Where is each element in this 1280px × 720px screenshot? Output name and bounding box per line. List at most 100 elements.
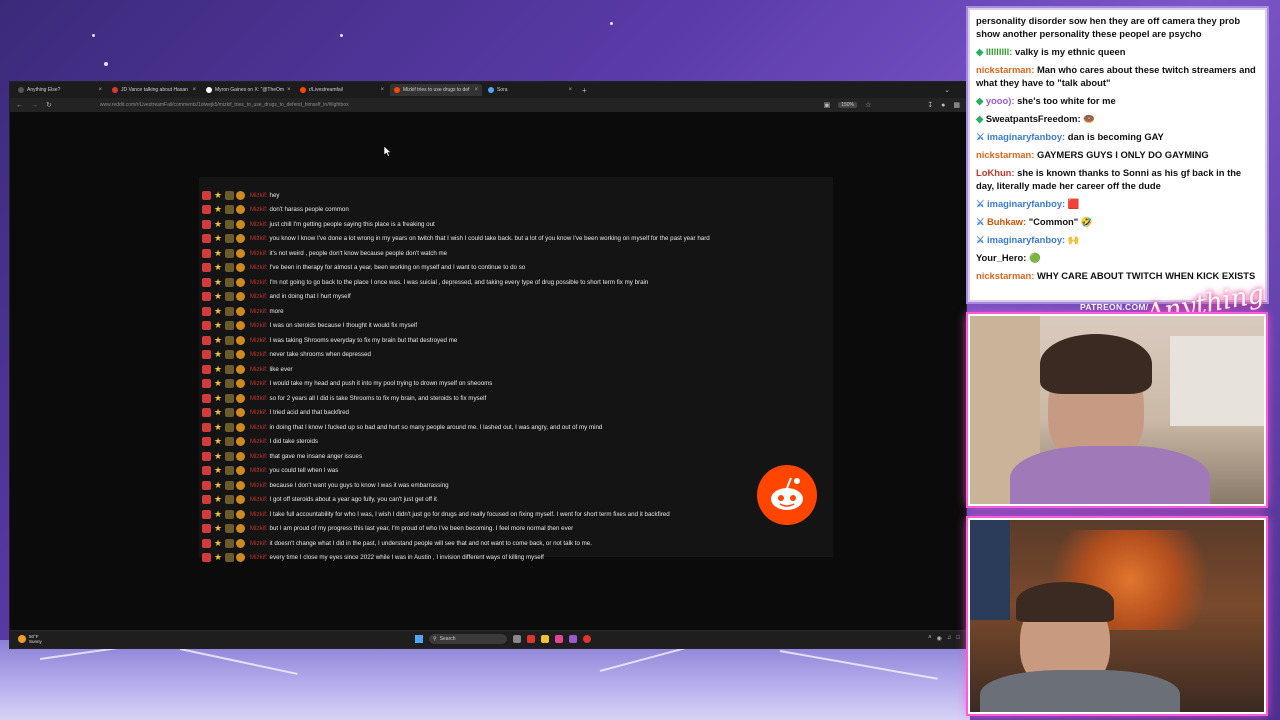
browser-tab[interactable]: Anything Else? × [14,84,106,96]
chat-screenshot-image[interactable]: ★ Mizkif: hey ★ Mizkif: don't harass people… [199,177,833,562]
chat-username[interactable]: imaginaryfanboy: [987,198,1065,209]
chat-message-text: I was on steroids because I thought it w… [269,322,418,329]
forward-icon[interactable]: → [31,102,38,109]
tab-title: Anything Else? [27,87,61,93]
reader-mode-icon[interactable]: ▣ [824,101,831,109]
sub-badge-icon [225,263,234,272]
address-bar[interactable]: www.reddit.com/r/LivestreamFail/comments… [100,102,816,108]
browser-tab[interactable]: Sora × [484,84,576,96]
badge-icon [202,335,211,345]
profile-icon[interactable]: ● [941,102,945,109]
patreon-label: PATREON.COM/ [1080,302,1149,312]
reddit-logo-icon [757,465,817,525]
sub-badge-icon [225,234,234,243]
chat-username[interactable]: SweatpantsFreedom: [986,113,1081,124]
gift-badge-icon [236,466,245,475]
close-tab-icon[interactable]: × [474,87,478,93]
close-tab-icon[interactable]: × [568,87,572,93]
sub-badge-icon [225,321,234,330]
windows-start-icon[interactable] [415,635,423,643]
taskbar-search[interactable]: ⚲ Search [429,634,507,644]
favicon-icon [488,87,494,93]
sub-badge-icon [225,393,234,403]
downloads-icon[interactable]: ↧ [927,101,933,109]
app-icon[interactable] [527,635,535,643]
extensions-icon[interactable]: ▦ [953,101,960,109]
chat-username: Mizkif: [250,322,268,329]
network-icon[interactable]: ◉ [937,635,942,642]
chat-username[interactable]: Your_Hero: [976,252,1026,263]
gift-badge-icon [236,408,245,417]
gift-badge-icon [236,248,245,258]
app-icon[interactable] [555,635,563,643]
gift-badge-icon [236,277,245,287]
chat-username: Mizkif: [250,452,268,460]
chat-line: ★ Mizkif: I was taking Shrooms everyday t… [202,334,457,346]
chat-username[interactable]: nickstarman: [976,270,1034,281]
chat-message-text: "Common" 🤣 [1028,216,1093,227]
zoom-level[interactable]: 150% [838,102,857,108]
star-badge-icon: ★ [213,508,223,519]
gem-badge-icon: ◆ [976,46,986,57]
star-badge-icon: ★ [213,450,223,461]
browser-tab[interactable]: Myron Gaines on X: "@TheOm × [202,84,294,96]
chat-message-text: 🟢 [1028,252,1041,263]
reload-icon[interactable]: ↻ [46,101,52,109]
chat-username[interactable]: lllllllll: [986,46,1013,57]
stream-chat-message: ◆ SweatpantsFreedom: 🍩 [970,112,1265,125]
search-placeholder: Search [439,636,456,642]
chat-username[interactable]: nickstarman: [976,64,1034,75]
browser-window: Anything Else? × JD Vance talking about Ha… [10,82,966,648]
favicon-icon [112,87,118,93]
chat-username[interactable]: Buhkaw: [987,216,1026,227]
chat-username[interactable]: nickstarman: [976,149,1034,160]
star-badge-icon: ★ [213,334,223,345]
tab-title: Mizkif tries to use drugs to def [403,87,470,93]
chat-username[interactable]: LoKhun: [976,167,1015,178]
app-icon[interactable] [583,635,591,643]
sub-badge-icon [225,335,234,345]
weather-desc: Sunny [29,639,42,644]
sub-badge-icon [225,248,234,258]
app-icon[interactable] [569,635,577,643]
gift-badge-icon [236,335,245,345]
tray-chevron-icon[interactable]: ˄ [928,635,932,642]
chat-message-text: you know I know I've done a lot wrong in… [269,235,710,242]
gift-badge-icon [236,219,245,229]
browser-tab[interactable]: Mizkif tries to use drugs to def × [390,84,482,96]
back-icon[interactable]: ← [16,102,23,109]
bookmark-star-icon[interactable]: ☆ [865,101,871,109]
close-tab-icon[interactable]: × [98,87,102,93]
chat-message-text: just chill I'm getting people saying thi… [269,220,435,228]
chat-message-text: I've been in therapy for almost a year, … [269,264,526,271]
close-tab-icon[interactable]: × [380,87,384,93]
tab-list-chevron-icon[interactable]: ⌄ [944,86,950,94]
browser-tab[interactable]: JD Vance talking about Hasan × [108,84,200,96]
close-tab-icon[interactable]: × [192,87,196,93]
tab-title: JD Vance talking about Hasan [121,87,188,93]
chat-line: ★ Mizkif: but I am proud of my progress t… [202,523,573,535]
volume-icon[interactable]: ♫ [947,635,952,642]
chat-username[interactable]: imaginaryfanboy: [987,234,1065,245]
chat-username[interactable]: yooo): [986,95,1015,106]
chat-line: ★ Mizkif: just chill I'm getting people s… [202,218,435,230]
background-star [340,34,343,37]
chat-line: ★ Mizkif: because I don't want you guys t… [202,479,449,491]
new-tab-button[interactable]: + [582,86,587,95]
file-explorer-icon[interactable] [541,635,549,643]
sword-badge-icon: ⚔ [976,216,988,227]
chat-line: ★ Mizkif: so for 2 years all I did is tak… [202,392,486,404]
gift-badge-icon [236,553,245,562]
browser-tab[interactable]: r/Livestreamfail × [296,84,388,96]
badge-icon [202,509,211,519]
sub-badge-icon [225,219,234,229]
gift-badge-icon [236,190,245,200]
notification-icon[interactable]: □ [956,635,960,642]
task-view-icon[interactable] [513,635,521,643]
close-tab-icon[interactable]: × [287,87,291,93]
weather-widget[interactable]: 50°F Sunny [18,634,42,644]
chat-username[interactable]: imaginaryfanboy: [987,131,1065,142]
gift-badge-icon [236,364,245,374]
sun-icon [18,635,26,643]
chat-line: ★ Mizkif: more [202,305,284,317]
